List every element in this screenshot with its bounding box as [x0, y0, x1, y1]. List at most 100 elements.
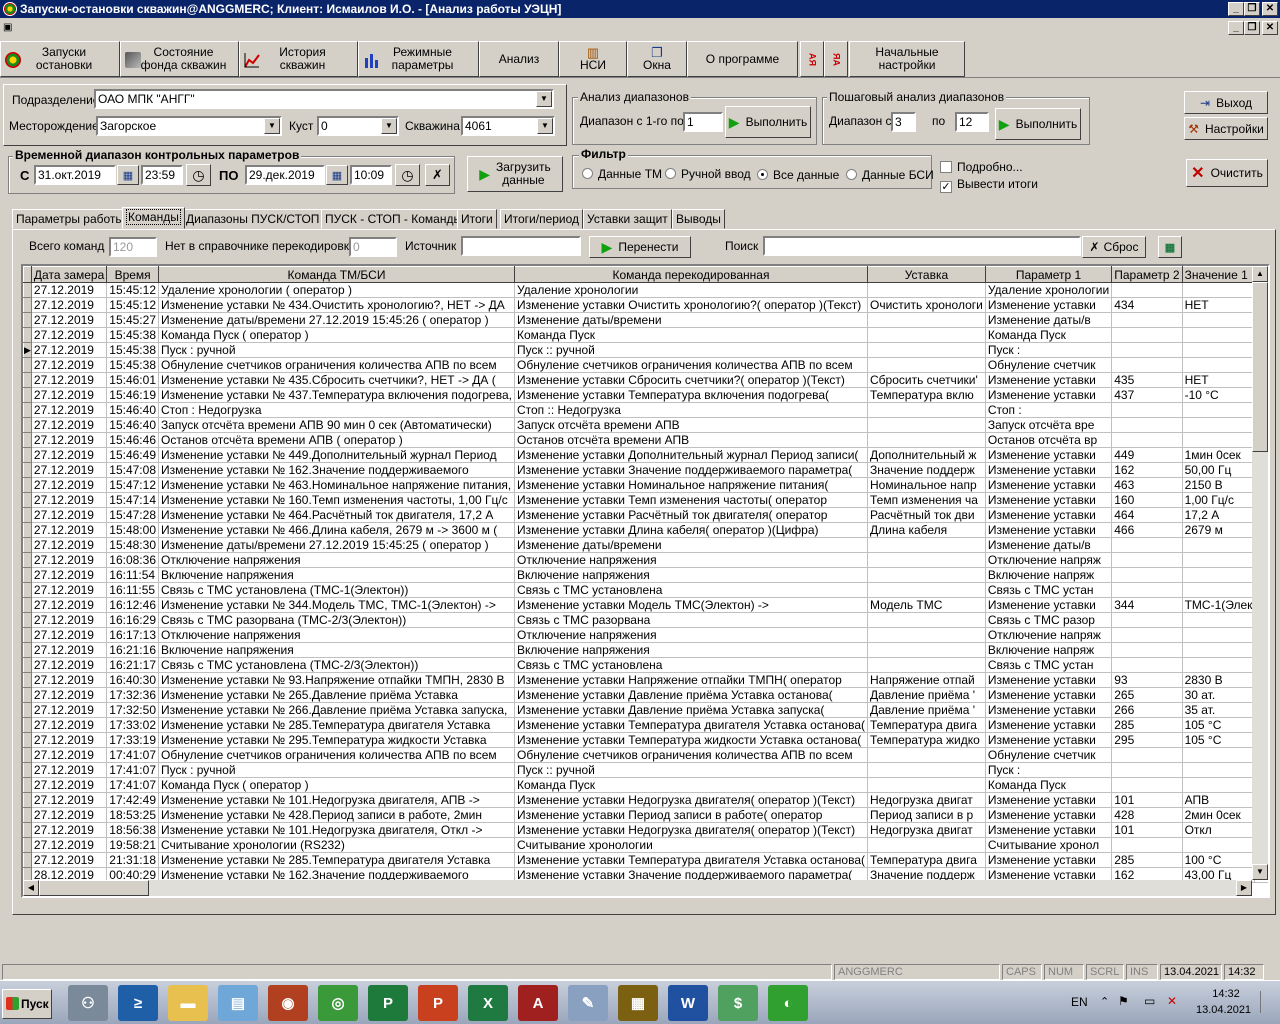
table-cell[interactable]: Очистить хронологи	[867, 297, 986, 313]
table-cell[interactable]	[1182, 747, 1256, 763]
row-indicator[interactable]	[23, 492, 32, 508]
tray-expand-icon[interactable]: ⌃	[1100, 995, 1109, 1008]
table-cell[interactable]: 15:45:38	[106, 327, 159, 343]
table-cell[interactable]: Изменение уставки Значение поддерживаемо…	[514, 462, 869, 478]
table-cell[interactable]: Период записи в р	[867, 807, 986, 823]
table-cell[interactable]: Связь с ТМС установлена	[514, 582, 869, 598]
table-cell[interactable]: Длина кабеля	[867, 522, 986, 538]
table-cell[interactable]: Температура двига	[867, 852, 986, 868]
table-cell[interactable]: Изменение даты/времени 27.12.2019 15:45:…	[158, 537, 515, 553]
table-row[interactable]: 27.12.2019 15:45:12 Изменение уставки № 43…	[23, 297, 1268, 313]
table-cell[interactable]: 27.12.2019	[31, 432, 108, 448]
child-close-button[interactable]: ✕	[1262, 21, 1278, 35]
table-cell[interactable]: 15:47:12	[106, 477, 159, 493]
start-button[interactable]: Пуск	[2, 989, 52, 1019]
table-cell[interactable]: НЕТ	[1182, 297, 1256, 313]
table-cell[interactable]: Изменение уставки	[985, 372, 1113, 388]
vertical-scroll-thumb[interactable]	[1252, 282, 1268, 452]
network-icon[interactable]: ▭	[1144, 994, 1155, 1008]
child-window-icon[interactable]: ▣	[3, 22, 17, 34]
table-cell[interactable]: 285	[1111, 852, 1183, 868]
table-cell[interactable]: Команда Пуск	[514, 777, 869, 793]
table-cell[interactable]: 27.12.2019	[31, 312, 108, 328]
table-row[interactable]: 27.12.2019 15:45:12 Удаление хронологии ( …	[23, 282, 1268, 298]
minimize-button[interactable]: _	[1228, 2, 1244, 16]
table-cell[interactable]: Обнуление счетчиков ограничения количест…	[514, 357, 869, 373]
clock-icon[interactable]: ◷	[186, 164, 211, 186]
table-cell[interactable]: Изменение уставки Сбросить счетчики?( оп…	[514, 372, 869, 388]
table-cell[interactable]: 162	[1111, 462, 1183, 478]
table-cell[interactable]: 2мин 0сек	[1182, 807, 1256, 823]
table-cell[interactable]: 27.12.2019	[31, 582, 108, 598]
table-cell[interactable]: Изменение уставки № 435.Сбросить счетчик…	[158, 372, 515, 388]
sort-asc-button[interactable]: АЯ	[800, 41, 824, 77]
table-cell[interactable]	[1182, 777, 1256, 793]
table-cell[interactable]: Изменение уставки № 466.Длина кабеля, 26…	[158, 522, 515, 538]
table-cell[interactable]: ТМС-1(Элек	[1182, 597, 1256, 613]
table-cell[interactable]	[867, 837, 986, 853]
table-cell[interactable]	[1111, 582, 1183, 598]
row-indicator[interactable]	[23, 507, 32, 523]
table-cell[interactable]: Изменение уставки № 285.Температура двиг…	[158, 717, 515, 733]
table-cell[interactable]: 27.12.2019	[31, 297, 108, 313]
table-cell[interactable]: 464	[1111, 507, 1183, 523]
clock-time[interactable]: 14:32	[1208, 988, 1244, 1000]
table-cell[interactable]: 27.12.2019	[31, 717, 108, 733]
table-cell[interactable]: 27.12.2019	[31, 387, 108, 403]
row-indicator[interactable]	[23, 582, 32, 598]
table-cell[interactable]: 100 °C	[1182, 852, 1256, 868]
table-cell[interactable]: 2679 м	[1182, 522, 1256, 538]
table-cell[interactable]: Включение напряжения	[514, 567, 869, 583]
mode-params-button[interactable]: Режимные параметры	[358, 41, 479, 77]
table-cell[interactable]: Считывание хронологии	[514, 837, 869, 853]
table-cell[interactable]: 27.12.2019	[31, 507, 108, 523]
table-cell[interactable]: 27.12.2019	[31, 552, 108, 568]
table-cell[interactable]: Отключение напряжения	[514, 627, 869, 643]
calendar-icon[interactable]: ▦	[117, 165, 139, 185]
row-indicator[interactable]	[23, 822, 32, 838]
table-cell[interactable]: 16:12:46	[106, 597, 159, 613]
table-cell[interactable]	[1182, 552, 1256, 568]
table-cell[interactable]: Изменение уставки	[985, 852, 1113, 868]
table-cell[interactable]: 27.12.2019	[31, 687, 108, 703]
table-cell[interactable]: Обнуление счетчик	[985, 357, 1113, 373]
step-to-field[interactable]: 12	[955, 112, 989, 132]
row-indicator[interactable]	[23, 402, 32, 418]
filter-option-tm[interactable]: Данные ТМ	[582, 167, 662, 181]
table-cell[interactable]: 21:31:18	[106, 852, 159, 868]
table-row[interactable]: 27.12.2019 16:12:46 Изменение уставки № 34…	[23, 597, 1268, 613]
table-cell[interactable]	[1182, 357, 1256, 373]
paint-icon[interactable]: ✎	[568, 985, 608, 1021]
table-cell[interactable]	[867, 657, 986, 673]
table-cell[interactable]: Отключение напряжения	[158, 552, 515, 568]
table-row[interactable]: 27.12.2019 15:45:38 Команда Пуск ( операто…	[23, 327, 1268, 343]
sort-desc-button[interactable]: ЯА	[824, 41, 848, 77]
table-row[interactable]: 27.12.2019 19:58:21 Считывание хронологии …	[23, 837, 1268, 853]
range-to-field[interactable]: 1	[683, 112, 723, 132]
table-cell[interactable]: Обнуление счетчиков ограничения количест…	[158, 747, 515, 763]
table-cell[interactable]	[1111, 762, 1183, 778]
table-cell[interactable]: 27.12.2019	[31, 522, 108, 538]
table-cell[interactable]: 16:21:16	[106, 642, 159, 658]
table-row[interactable]: 27.12.2019 16:40:30 Изменение уставки № 93…	[23, 672, 1268, 688]
column-header[interactable]: Значение 1	[1181, 266, 1256, 283]
table-cell[interactable]	[1111, 417, 1183, 433]
table-cell[interactable]: Изменение уставки Модель ТМС(Электон) ->	[514, 597, 869, 613]
table-cell[interactable]	[1182, 327, 1256, 343]
column-header[interactable]: Параметр 1	[984, 266, 1113, 283]
table-cell[interactable]: Связь с ТМС разорвана	[514, 612, 869, 628]
table-cell[interactable]: 15:47:14	[106, 492, 159, 508]
table-row[interactable]: 27.12.2019 15:46:40 Запуск отсчёта времени…	[23, 417, 1268, 433]
table-cell[interactable]: Запуск отсчёта времени АПВ	[514, 417, 869, 433]
table-cell[interactable]: 17:32:36	[106, 687, 159, 703]
table-cell[interactable]: Останов отсчёта вр	[985, 432, 1113, 448]
clock-icon[interactable]: ◷	[395, 164, 420, 186]
table-cell[interactable]	[1182, 432, 1256, 448]
table-cell[interactable]: 17:41:07	[106, 747, 159, 763]
row-indicator[interactable]	[23, 597, 32, 613]
flag-icon[interactable]: ⚑	[1118, 994, 1129, 1008]
table-cell[interactable]: Изменение уставки	[985, 702, 1113, 718]
table-cell[interactable]	[1111, 402, 1183, 418]
row-indicator[interactable]	[23, 762, 32, 778]
table-cell[interactable]: Изменение уставки Недогрузка двигателя( …	[514, 822, 869, 838]
